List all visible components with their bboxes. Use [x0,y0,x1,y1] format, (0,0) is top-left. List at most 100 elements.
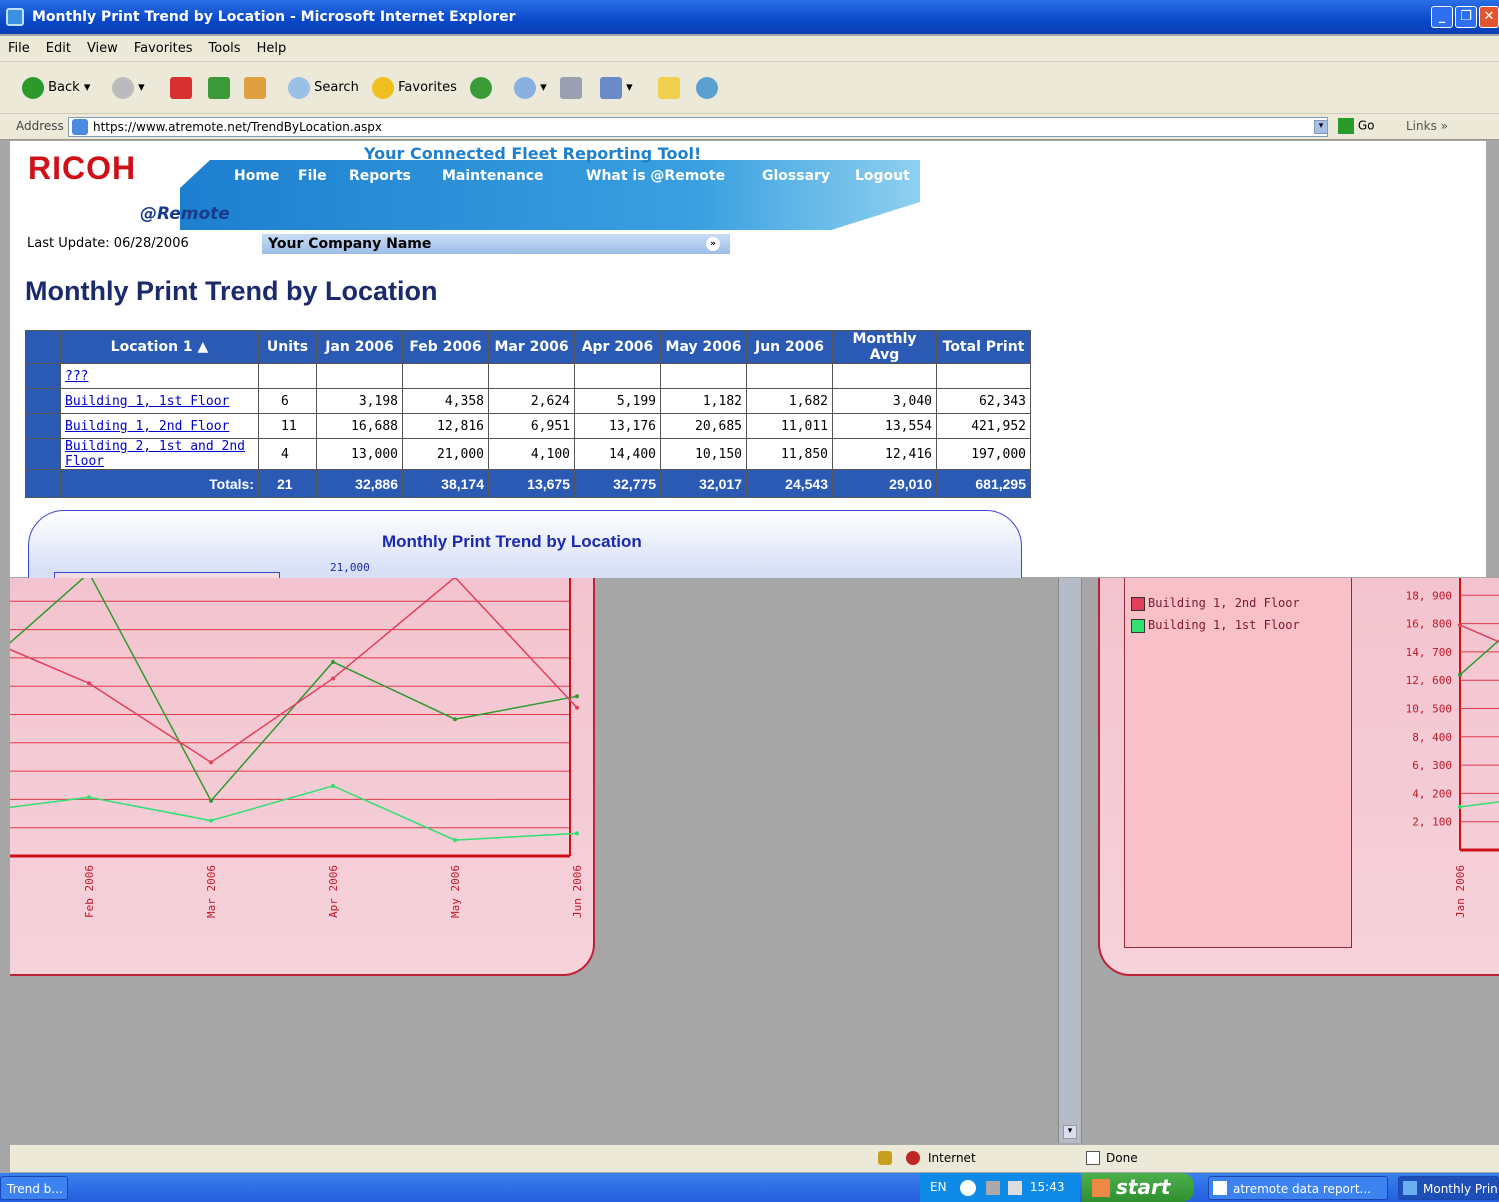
minimize-button[interactable]: _ [1431,6,1453,28]
taskbar-item[interactable]: atremote data report... [1208,1176,1388,1200]
value-cell [574,363,661,389]
header-mar[interactable]: Mar 2006 [488,330,575,364]
address-bar: Address https://www.atremote.net/TrendBy… [0,114,1499,140]
network-icon [986,1180,1001,1195]
y-tick-label: 2, 100 [1412,816,1452,829]
address-label: Address [16,119,64,133]
browser-toolbar: Back ▾ ▾ Search Favorites ▾ ▾ [0,62,1499,114]
home-button[interactable] [244,76,266,100]
chart-title: Monthly Print Trend by Location [382,532,642,551]
header-may[interactable]: May 2006 [660,330,747,364]
word-icon [1213,1181,1227,1195]
pane-splitter[interactable]: ▾ [1058,578,1082,1143]
address-dropdown-icon[interactable]: ▾ [1314,120,1328,134]
header-feb[interactable]: Feb 2006 [402,330,489,364]
data-point [209,798,213,803]
header-location[interactable]: Location 1 ▲ [60,330,259,364]
location-link[interactable]: ??? [65,369,88,384]
nav-file[interactable]: File [298,168,327,184]
header-jan[interactable]: Jan 2006 [316,330,403,364]
data-point [1458,672,1462,677]
menu-tools[interactable]: Tools [201,36,249,62]
value-cell: 4,358 [402,388,489,414]
menu-file[interactable]: File [0,36,38,62]
ricoh-logo[interactable]: RICOH [28,150,136,187]
header-monthly-avg[interactable]: Monthly Avg [832,330,937,364]
nav-what-is-atremote[interactable]: What is @Remote [586,168,725,184]
menu-favorites[interactable]: Favorites [126,36,201,62]
window-titlebar: Monthly Print Trend by Location - Micros… [0,0,1499,34]
value-cell: 14,400 [574,438,661,470]
location-link[interactable]: Building 1, 1st Floor [65,394,229,409]
value-cell: 3,040 [832,388,937,414]
data-point [575,831,579,836]
system-tray: EN 15:43 [920,1173,1080,1202]
header-total-print[interactable]: Total Print [936,330,1031,364]
close-button[interactable]: ✕ [1479,6,1499,28]
edit-button[interactable]: ▾ [600,76,633,100]
search-button[interactable]: Search [288,76,359,100]
nav-glossary[interactable]: Glossary [762,168,830,184]
totals-label: Totals: [60,469,259,498]
scroll-down-icon[interactable]: ▾ [1063,1125,1077,1139]
menu-edit[interactable]: Edit [38,36,79,62]
nav-home[interactable]: Home [234,168,279,184]
go-arrow-icon [1338,118,1354,134]
legend-item: Building 1, 2nd Floor [1131,594,1300,612]
refresh-button[interactable] [208,76,230,100]
mail-button[interactable]: ▾ [514,76,547,100]
x-tick-label: Jun 2006 [571,865,584,918]
location-cell[interactable]: Building 2, 1st and 2nd Floor [60,438,259,470]
history-button[interactable] [470,76,492,100]
menu-help[interactable]: Help [249,36,295,62]
series-line [0,571,578,803]
data-point [331,659,335,664]
location-link[interactable]: Building 1, 2nd Floor [65,419,229,434]
taskbar: Trend b... EN 15:43 start atremote data … [0,1173,1499,1202]
location-cell[interactable]: ??? [60,363,259,389]
header-jun[interactable]: Jun 2006 [746,330,833,364]
company-select[interactable]: Your Company Name » [262,234,730,254]
units-cell: 11 [258,413,317,439]
header-units[interactable]: Units [258,330,317,364]
y-tick-label: 18, 900 [1406,589,1452,602]
favorites-button[interactable]: Favorites [372,76,457,100]
value-cell [660,363,747,389]
address-input[interactable]: https://www.atremote.net/TrendByLocation… [68,117,1328,137]
taskbar-item[interactable]: Trend b... [0,1176,68,1200]
last-update: Last Update: 06/28/2006 [27,236,189,251]
print-button[interactable] [560,76,582,100]
ie-icon [6,8,24,26]
data-point [209,818,213,823]
links-button[interactable]: Links » [1406,119,1448,133]
menu-view[interactable]: View [79,36,126,62]
header-apr[interactable]: Apr 2006 [574,330,661,364]
value-cell: 11,850 [746,438,833,470]
nav-maintenance[interactable]: Maintenance [442,168,544,184]
y-tick-label: 12, 600 [1406,674,1452,687]
value-cell: 1,682 [746,388,833,414]
back-button[interactable]: Back ▾ [22,76,90,100]
x-tick-label: Apr 2006 [327,865,340,918]
nav-reports[interactable]: Reports [349,168,411,184]
forward-button[interactable]: ▾ [112,76,145,100]
address-url: https://www.atremote.net/TrendByLocation… [93,120,383,134]
location-link[interactable]: Building 2, 1st and 2nd Floor [65,439,245,469]
taskbar-item-active[interactable]: Monthly Print [1398,1176,1499,1200]
maximize-button[interactable]: ❐ [1455,6,1477,28]
notes-button[interactable] [658,76,680,100]
messenger-button[interactable] [696,76,718,100]
nav-logout[interactable]: Logout [855,168,910,184]
page-done-icon [1086,1151,1100,1165]
data-point [209,760,213,765]
total-cell: 38,174 [402,469,489,498]
start-button[interactable]: start [1082,1173,1194,1202]
location-cell[interactable]: Building 1, 1st Floor [60,388,259,414]
mail-icon [514,76,536,99]
stop-button[interactable] [170,76,192,100]
go-button[interactable]: Go [1338,118,1374,134]
windows-logo-icon [1092,1179,1110,1197]
tray-arrow-icon[interactable] [960,1179,977,1196]
location-cell[interactable]: Building 1, 2nd Floor [60,413,259,439]
language-indicator[interactable]: EN [930,1180,947,1194]
